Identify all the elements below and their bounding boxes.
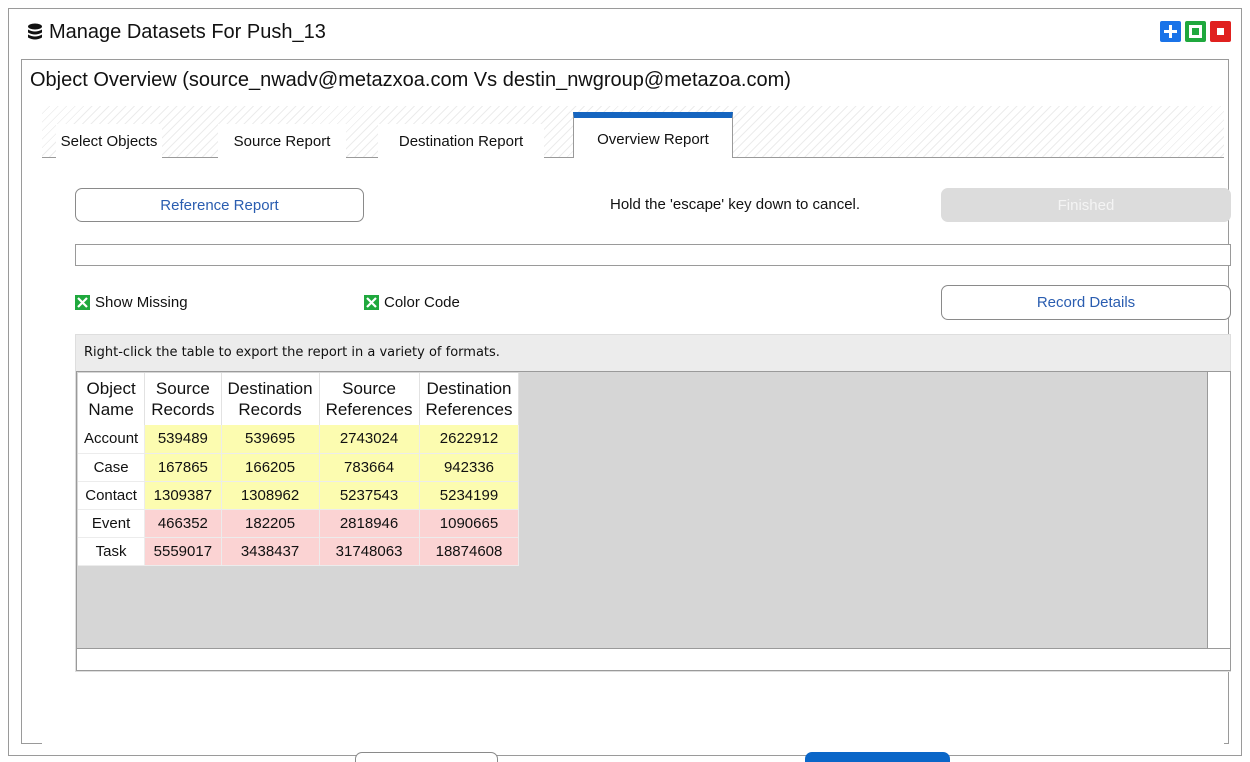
table-row[interactable]: Case 167865 166205 783664 942336 bbox=[78, 453, 520, 482]
cancel-hint: Hold the 'escape' key down to cancel. bbox=[610, 196, 861, 213]
table-cell: 18874608 bbox=[419, 537, 520, 566]
object-name-cell: Case bbox=[78, 453, 146, 482]
window-title: Manage Datasets For Push_13 bbox=[49, 21, 326, 43]
table-cell: 1309387 bbox=[144, 481, 222, 510]
column-header-source-references[interactable]: Source References bbox=[319, 373, 420, 425]
progress-bar bbox=[75, 244, 1231, 266]
table-cell: 5237543 bbox=[319, 481, 420, 510]
tab-source-report[interactable]: Source Report bbox=[218, 124, 346, 158]
table-cell: 182205 bbox=[221, 509, 320, 538]
table-row[interactable]: Task 5559017 3438437 31748063 18874608 bbox=[78, 537, 520, 566]
horizontal-scrollbar[interactable] bbox=[76, 649, 1231, 671]
table-cell: 31748063 bbox=[319, 537, 420, 566]
record-details-button[interactable]: Record Details bbox=[941, 285, 1231, 320]
column-header-object-name[interactable]: Object Name bbox=[78, 373, 146, 425]
table-cell: 3438437 bbox=[221, 537, 320, 566]
plus-icon[interactable] bbox=[1160, 21, 1181, 42]
table-cell: 942336 bbox=[419, 453, 520, 482]
reference-report-button[interactable]: Reference Report bbox=[75, 188, 364, 222]
table-cell: 5234199 bbox=[419, 481, 520, 510]
table-cell: 2818946 bbox=[319, 509, 420, 538]
report-table-frame: Right-click the table to export the repo… bbox=[75, 334, 1231, 672]
ok-button[interactable]: OK bbox=[355, 752, 498, 762]
color-code-checkbox[interactable]: Color Code bbox=[364, 294, 460, 311]
table-row[interactable]: Contact 1309387 1308962 5237543 5234199 bbox=[78, 481, 520, 510]
column-header-destination-records[interactable]: Destination Records bbox=[221, 373, 320, 425]
table-cell: 539489 bbox=[144, 425, 222, 454]
checkbox-checked-icon bbox=[364, 295, 379, 310]
show-missing-label: Show Missing bbox=[95, 294, 188, 311]
table-cell: 1308962 bbox=[221, 481, 320, 510]
tab-strip: Select Objects Source Report Destination… bbox=[42, 106, 1224, 159]
table-cell: 167865 bbox=[144, 453, 222, 482]
tab-overview-report[interactable]: Overview Report bbox=[573, 112, 733, 159]
tab-select-objects[interactable]: Select Objects bbox=[56, 124, 162, 158]
finished-button[interactable]: Finished bbox=[941, 188, 1231, 222]
tab-content: Reference Report Hold the 'escape' key d… bbox=[42, 158, 1231, 762]
dialog-window: Manage Datasets For Push_13 Object Overv… bbox=[8, 8, 1242, 762]
table-export-hint: Right-click the table to export the repo… bbox=[84, 345, 500, 360]
object-name-cell: Task bbox=[78, 537, 146, 566]
table-row[interactable]: Event 466352 182205 2818946 1090665 bbox=[78, 509, 520, 538]
table-cell: 1090665 bbox=[419, 509, 520, 538]
tab-destination-report[interactable]: Destination Report bbox=[378, 124, 544, 158]
object-name-cell: Account bbox=[78, 425, 146, 454]
table-cell: 166205 bbox=[221, 453, 320, 482]
maximize-icon[interactable] bbox=[1185, 21, 1206, 42]
show-missing-checkbox[interactable]: Show Missing bbox=[75, 294, 188, 311]
next-button[interactable]: Next bbox=[805, 752, 950, 762]
table-row[interactable]: Account 539489 539695 2743024 2622912 bbox=[78, 425, 520, 454]
column-header-source-records[interactable]: Source Records bbox=[144, 373, 222, 425]
overview-panel: Object Overview (source_nwadv@metazxoa.c… bbox=[21, 59, 1231, 762]
table-cell: 539695 bbox=[221, 425, 320, 454]
color-code-label: Color Code bbox=[384, 294, 460, 311]
title-bar: Manage Datasets For Push_13 bbox=[9, 9, 1241, 57]
object-name-cell: Event bbox=[78, 509, 146, 538]
table-cell: 466352 bbox=[144, 509, 222, 538]
object-name-cell: Contact bbox=[78, 481, 146, 510]
overview-heading: Object Overview (source_nwadv@metazxoa.c… bbox=[30, 69, 791, 91]
table-cell: 5559017 bbox=[144, 537, 222, 566]
window-controls bbox=[1160, 21, 1231, 42]
table-cell: 783664 bbox=[319, 453, 420, 482]
vertical-scrollbar[interactable] bbox=[1208, 371, 1231, 649]
database-icon bbox=[28, 23, 42, 40]
close-icon[interactable] bbox=[1210, 21, 1231, 42]
table-cell: 2743024 bbox=[319, 425, 420, 454]
checkbox-checked-icon bbox=[75, 295, 90, 310]
column-header-destination-references[interactable]: Destination References bbox=[419, 373, 520, 425]
report-table[interactable]: Object Name Source Records Destination Reco… bbox=[76, 371, 1208, 649]
table-cell: 2622912 bbox=[419, 425, 520, 454]
